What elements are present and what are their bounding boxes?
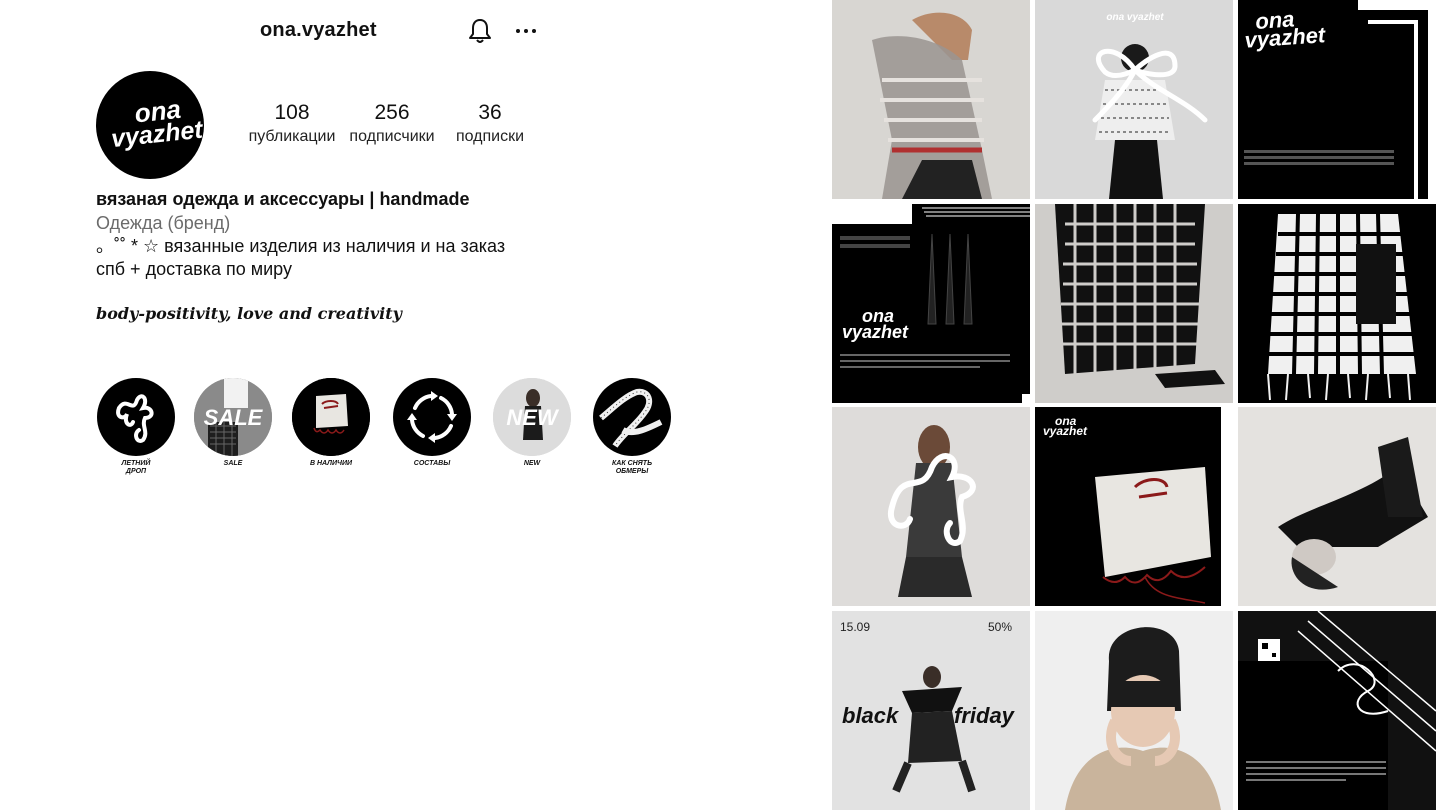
highlight-sale[interactable]: SALE SALE bbox=[193, 378, 273, 468]
bio-category[interactable]: Одежда (бренд) bbox=[96, 212, 616, 235]
measuring-tape-icon bbox=[593, 378, 671, 456]
highlight-measurements[interactable]: КАК СНЯТЬ ОБМЕРЫ bbox=[592, 378, 672, 476]
highlight-label: ЛЕТНИЙ ДРОП bbox=[121, 460, 151, 475]
new-overlay-text: NEW bbox=[506, 405, 560, 430]
profile-username: ona.vyazhet bbox=[260, 19, 377, 41]
post-tile-5[interactable] bbox=[1035, 204, 1233, 403]
post-tile-1[interactable] bbox=[832, 0, 1030, 199]
stat-followers-label: подписчики bbox=[349, 128, 435, 145]
tile8-logo-bottom: vyazhet bbox=[1043, 424, 1088, 438]
post-tile-2[interactable]: ona vyazhet bbox=[1035, 0, 1233, 199]
posts-grid: ona vyazhet ona vyazhet ona vyazhet ona … bbox=[832, 0, 1440, 810]
tile10-word-1: black bbox=[842, 703, 900, 728]
stat-posts-value: 108 bbox=[274, 101, 310, 124]
tile10-discount: 50% bbox=[988, 620, 1012, 634]
highlight-in-stock[interactable]: В НАЛИЧИИ bbox=[291, 378, 371, 468]
tile10-date: 15.09 bbox=[840, 620, 870, 634]
tile10-word-2: friday bbox=[954, 703, 1016, 728]
post-tile-8[interactable]: ona vyazhet bbox=[1035, 407, 1233, 606]
highlight-label: В НАЛИЧИИ bbox=[309, 460, 353, 467]
bio-line-2: спб + доставка по миру bbox=[96, 259, 292, 279]
stat-posts-label: публикации bbox=[248, 128, 336, 145]
more-options-icon[interactable] bbox=[512, 18, 540, 44]
stat-following-value: 36 bbox=[478, 101, 502, 124]
post-tile-3[interactable]: ona vyazhet bbox=[1238, 0, 1436, 199]
bio-line-1: 。˚˚ * ☆ вязанные изделия из наличия и на… bbox=[96, 236, 506, 256]
new-image: NEW bbox=[493, 378, 571, 456]
stat-followers-value: 256 bbox=[374, 101, 410, 124]
highlight-summer-drop[interactable]: ЛЕТНИЙ ДРОП bbox=[96, 378, 176, 476]
highlight-label: SALE bbox=[223, 460, 243, 467]
profile-stats: 108 публикации 256 подписчики 36 подписк… bbox=[240, 100, 540, 150]
knit-top-image bbox=[292, 378, 370, 456]
highlight-label: КАК СНЯТЬ ОБМЕРЫ bbox=[611, 460, 653, 475]
post-tile-10[interactable]: 15.09 50% black friday bbox=[832, 611, 1030, 810]
post-tile-4[interactable]: ona vyazhet bbox=[832, 204, 1030, 403]
sale-overlay-text: SALE bbox=[204, 405, 264, 430]
profile-header: ona.vyazhet bbox=[0, 0, 640, 62]
bell-icon[interactable] bbox=[465, 16, 495, 46]
profile-bio: вязаная одежда и аксессуары | handmade О… bbox=[96, 186, 616, 325]
highlight-label: СОСТАВЫ bbox=[413, 460, 451, 467]
sale-image: SALE bbox=[194, 378, 272, 456]
post-tile-7[interactable] bbox=[832, 407, 1030, 606]
stat-following[interactable]: 36 подписки bbox=[444, 100, 536, 148]
highlight-new[interactable]: NEW NEW bbox=[492, 378, 572, 468]
profile-avatar[interactable]: ona vyazhet bbox=[96, 71, 204, 179]
post-tile-12[interactable] bbox=[1238, 611, 1436, 810]
tile2-logo: ona vyazhet bbox=[1106, 12, 1164, 23]
cycle-arrows-icon bbox=[393, 378, 471, 456]
story-highlights: ЛЕТНИЙ ДРОП SALE SALE В НАЛИЧИИ СОСТАВЫ … bbox=[96, 378, 696, 488]
highlight-compositions[interactable]: СОСТАВЫ bbox=[392, 378, 472, 468]
bio-motto: body-positivity, love and creativity bbox=[96, 304, 402, 323]
post-tile-11[interactable] bbox=[1035, 611, 1233, 810]
avatar-logo-bottom: vyazhet bbox=[110, 115, 204, 153]
squiggle-icon bbox=[97, 378, 175, 456]
highlight-label: NEW bbox=[523, 460, 541, 467]
tile4-logo-bottom: vyazhet bbox=[842, 322, 909, 342]
post-tile-9[interactable] bbox=[1238, 407, 1436, 606]
stat-posts[interactable]: 108 публикации bbox=[244, 100, 340, 148]
stat-followers[interactable]: 256 подписчики bbox=[344, 100, 440, 148]
post-tile-6[interactable] bbox=[1238, 204, 1436, 403]
bio-name: вязаная одежда и аксессуары | handmade bbox=[96, 189, 470, 209]
stat-following-label: подписки bbox=[455, 128, 525, 145]
